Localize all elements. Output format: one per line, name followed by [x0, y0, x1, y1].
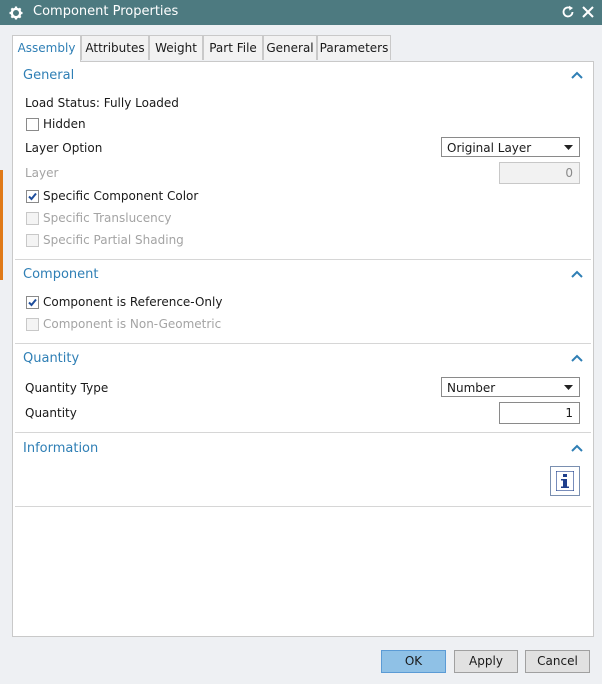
checkmark-icon: [28, 192, 37, 201]
properties-panel: General Load Status: Fully Loaded Hidden…: [12, 61, 594, 637]
chevron-up-icon[interactable]: [571, 71, 583, 79]
reference-only-label: Component is Reference-Only: [43, 295, 223, 309]
section-divider: [15, 259, 591, 260]
load-status-text: Load Status: Fully Loaded: [25, 96, 179, 110]
quantity-label: Quantity: [25, 406, 77, 420]
partial-shading-label: Specific Partial Shading: [43, 233, 184, 247]
window-title: Component Properties: [33, 4, 179, 19]
quantity-type-label: Quantity Type: [25, 381, 109, 395]
non-geometric-label: Component is Non-Geometric: [43, 317, 222, 331]
checkmark-icon: [28, 298, 37, 307]
quantity-type-select[interactable]: Number: [441, 377, 580, 397]
tab-part-file[interactable]: Part File: [203, 35, 263, 60]
close-icon[interactable]: [581, 5, 595, 19]
dropdown-arrow-icon: [564, 145, 573, 150]
information-button[interactable]: [550, 466, 580, 496]
partial-shading-checkbox: [26, 234, 39, 247]
section-divider: [15, 343, 591, 344]
gear-icon: [9, 6, 23, 20]
ok-button[interactable]: OK: [381, 650, 446, 673]
info-icon: [556, 471, 574, 491]
tab-weight[interactable]: Weight: [149, 35, 203, 60]
apply-button[interactable]: Apply: [454, 650, 518, 673]
tab-assembly[interactable]: Assembly: [12, 35, 81, 62]
quantity-section-header[interactable]: Quantity: [23, 351, 79, 366]
reset-icon[interactable]: [561, 5, 575, 19]
layer-option-select[interactable]: Original Layer: [441, 137, 580, 157]
hidden-checkbox[interactable]: [26, 118, 39, 131]
title-bar: Component Properties: [0, 0, 602, 25]
layer-label: Layer: [25, 166, 59, 180]
chevron-up-icon[interactable]: [571, 354, 583, 362]
specific-color-label: Specific Component Color: [43, 189, 199, 203]
translucency-checkbox: [26, 212, 39, 225]
layer-option-label: Layer Option: [25, 141, 103, 155]
layer-field: 0: [499, 162, 580, 184]
non-geometric-checkbox: [26, 318, 39, 331]
section-divider: [15, 432, 591, 433]
tab-parameters[interactable]: Parameters: [317, 35, 391, 60]
dropdown-arrow-icon: [564, 385, 573, 390]
tab-attributes[interactable]: Attributes: [81, 35, 149, 60]
translucency-label: Specific Translucency: [43, 211, 172, 225]
tab-general[interactable]: General: [263, 35, 317, 60]
layer-option-value: Original Layer: [447, 141, 532, 155]
cancel-button[interactable]: Cancel: [525, 650, 590, 673]
specific-color-checkbox[interactable]: [26, 190, 39, 203]
component-section-header[interactable]: Component: [23, 267, 98, 282]
information-section-header[interactable]: Information: [23, 441, 98, 456]
quantity-type-value: Number: [447, 381, 496, 395]
chevron-up-icon[interactable]: [571, 270, 583, 278]
hidden-label: Hidden: [43, 117, 86, 131]
chevron-up-icon[interactable]: [571, 444, 583, 452]
reference-only-checkbox[interactable]: [26, 296, 39, 309]
general-section-header[interactable]: General: [23, 68, 74, 83]
quantity-field[interactable]: 1: [499, 402, 580, 424]
background-window-edge: [0, 170, 3, 280]
section-divider: [15, 506, 591, 507]
